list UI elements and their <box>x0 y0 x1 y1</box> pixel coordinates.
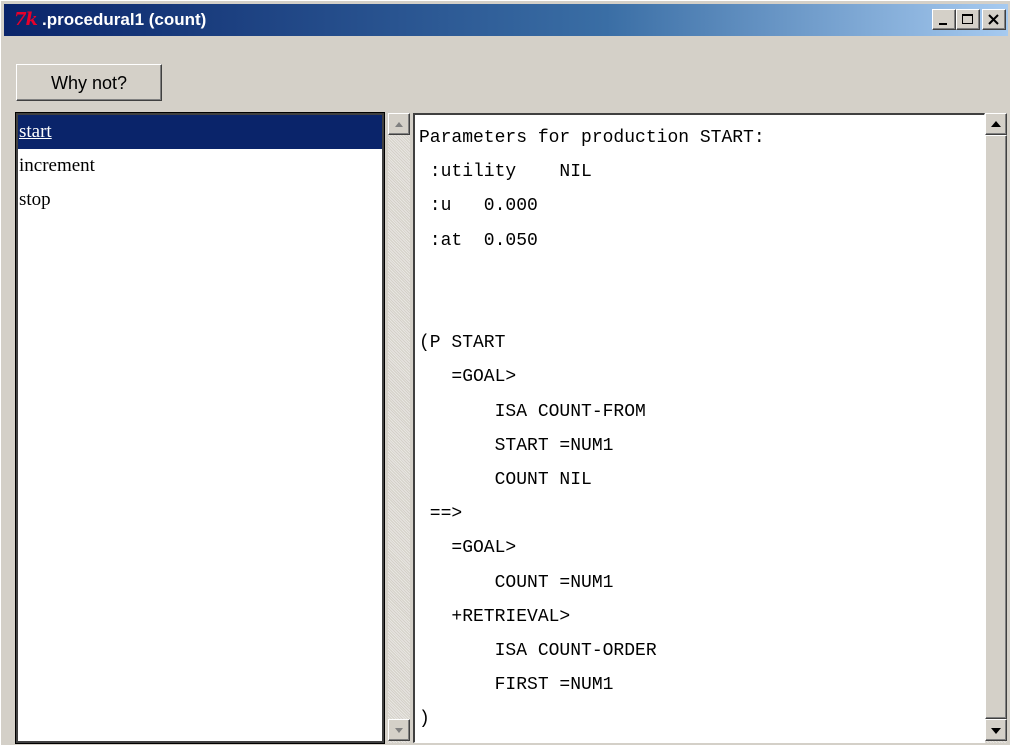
code-line: =GOAL> <box>419 538 517 559</box>
code-line: COUNT NIL <box>419 470 592 491</box>
code-line: :u 0.000 <box>419 196 538 217</box>
code-line: ==> <box>419 504 463 525</box>
details-scroll-down-button[interactable] <box>985 719 1007 741</box>
title-bar[interactable]: 7k .procedural1 (count) <box>4 4 1008 36</box>
code-line: +RETRIEVAL> <box>419 606 571 627</box>
arrow-down-icon <box>991 728 1001 734</box>
details-scroll-up-button[interactable] <box>985 113 1007 135</box>
minimize-button[interactable] <box>932 9 956 30</box>
code-line: ) <box>419 709 430 730</box>
why-not-button[interactable]: Why not? <box>16 64 162 101</box>
arrow-up-icon <box>991 121 1001 127</box>
list-item-start[interactable]: start <box>18 115 382 149</box>
code-line: :utility NIL <box>419 162 592 183</box>
close-icon <box>988 14 999 25</box>
arrow-down-icon <box>395 728 403 733</box>
code-line: =GOAL> <box>419 367 517 388</box>
list-scroll-down-button[interactable] <box>388 719 410 741</box>
list-item-stop[interactable]: stop <box>18 183 382 217</box>
production-details-text[interactable]: Parameters for production START: :utilit… <box>413 113 985 743</box>
window-title: .procedural1 (count) <box>42 10 207 29</box>
details-scroll-thumb[interactable] <box>985 135 1007 719</box>
list-scroll-up-button[interactable] <box>388 113 410 135</box>
code-line: FIRST =NUM1 <box>419 675 614 696</box>
production-list[interactable]: start increment stop <box>15 112 385 744</box>
list-item-increment[interactable]: increment <box>18 149 382 183</box>
code-line: (P START <box>419 333 506 354</box>
code-line: ISA COUNT-FROM <box>419 401 646 422</box>
code-line: ISA COUNT-ORDER <box>419 641 657 662</box>
maximize-button[interactable] <box>956 9 980 30</box>
close-button[interactable] <box>982 9 1006 30</box>
code-line: START =NUM1 <box>419 435 614 456</box>
code-line: COUNT =NUM1 <box>419 572 614 593</box>
code-line: :at 0.050 <box>419 230 538 251</box>
minimize-icon <box>939 23 947 25</box>
list-scrollbar[interactable] <box>388 113 410 743</box>
production-code: Parameters for production START: :utilit… <box>415 115 984 737</box>
arrow-up-icon <box>395 122 403 127</box>
app-window: 7k .procedural1 (count) Why not? start i… <box>0 0 1010 745</box>
details-scrollbar[interactable] <box>985 113 1007 743</box>
maximize-icon <box>962 14 973 24</box>
code-line: Parameters for production START: <box>419 128 765 148</box>
tk-app-icon: 7k <box>14 9 38 30</box>
